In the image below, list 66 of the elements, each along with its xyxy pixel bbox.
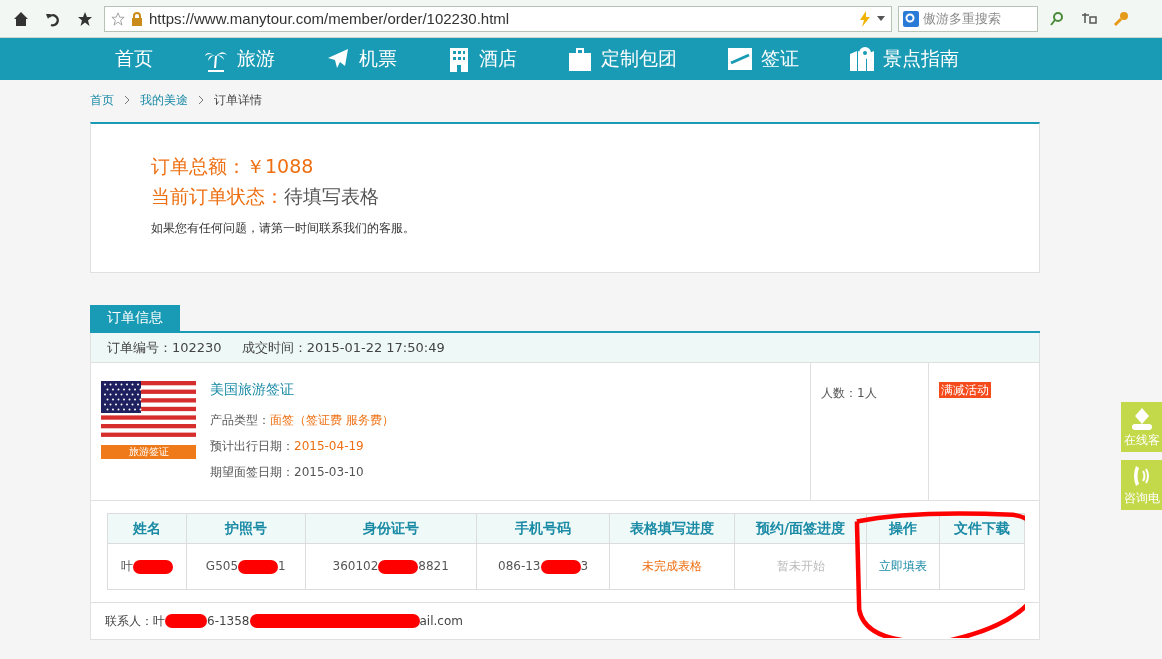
home-icon [13,10,29,27]
chevron-right-icon [124,95,130,105]
contact-text: 6-1358 [207,614,250,628]
search-placeholder: 傲游多重搜索 [923,9,1001,28]
suitcase-icon [567,46,593,72]
nav-link[interactable]: 签证 [727,46,799,72]
cell-text: 未完成表格 [642,559,703,573]
redaction-mark [378,559,419,574]
search-field[interactable]: 傲游多重搜索 [898,5,1038,32]
key-icon [1113,10,1129,27]
order-number: 订单编号：102230 [107,338,222,357]
contact-text: 叶 [153,612,165,630]
people-count: 人数：1人 [821,386,877,400]
caret-icon [877,16,885,21]
product-field: 预计出行日期：2015-04-19 [210,438,394,455]
redaction-mark [132,559,173,574]
cell-text: 1 [278,559,286,574]
contact-label: 联系人： [105,612,153,630]
column-header: 姓名 [107,513,187,544]
lightning-icon [859,10,871,27]
contact-text: ail.com [419,614,463,628]
nav-link[interactable]: 定制包团 [567,46,677,72]
star-outline-icon [111,11,125,26]
help-note: 如果您有任何问题，请第一时间联系我们的客服。 [151,220,416,237]
nav-link[interactable]: 景点指南 [849,46,959,72]
redaction-mark [165,614,207,628]
fill-form-link[interactable]: 立即填表 [879,559,928,573]
breadcrumb-link[interactable]: 我的美途 [140,91,188,109]
translate-icon [1080,10,1098,27]
column-header: 护照号 [186,513,306,544]
search-engine-icon [903,10,919,27]
address-bar[interactable]: https://www.manytour.com/member/order/102230.html [104,5,892,32]
flag-caption: 旅游签证 [101,445,196,459]
cell-text: G505 [205,559,239,574]
cell-text: 360102 [332,559,379,574]
column-header: 预约/面签进度 [734,513,867,544]
product-field: 期望面签日期：2015-03-10 [210,464,394,481]
building-icon [447,46,471,72]
breadcrumb-link[interactable]: 首页 [90,91,114,109]
map-pin-icon [849,46,875,72]
column-header: 身份证号 [305,513,477,544]
redaction-mark [238,559,279,574]
cell-text: 086-13 [498,559,541,574]
breadcrumb-link[interactable]: 订单详情 [214,91,262,109]
nav-link[interactable]: 酒店 [447,46,517,72]
nav-link[interactable]: 机票 [325,46,397,72]
cell-text: 暂未开始 [776,559,825,573]
lock-icon [131,11,143,26]
cell-text: 叶 [120,559,133,573]
order-time: 成交时间：2015-01-22 17:50:49 [241,338,445,357]
cell-text: 8821 [418,559,449,574]
redaction-mark [540,559,581,574]
nav-link[interactable]: 首页 [115,46,153,72]
chevron-right-icon [198,95,204,105]
product-field: 产品类型：面签（签证费 服务费） [210,412,394,429]
visa-card-icon [727,47,753,71]
section-tab[interactable]: 订单信息 [90,305,180,331]
cell-text: 3 [580,559,589,574]
star-icon [77,10,93,27]
column-header: 表格填写进度 [609,513,735,544]
order-status: 当前订单状态：待填写表格 [151,184,380,209]
promo-tag: 满减活动 [939,382,991,398]
column-header: 手机号码 [476,513,610,544]
nav-link[interactable]: 旅游 [203,46,275,72]
order-total: 订单总额：￥1088 [151,154,315,179]
product-title-link[interactable]: 美国旅游签证 [210,381,394,399]
